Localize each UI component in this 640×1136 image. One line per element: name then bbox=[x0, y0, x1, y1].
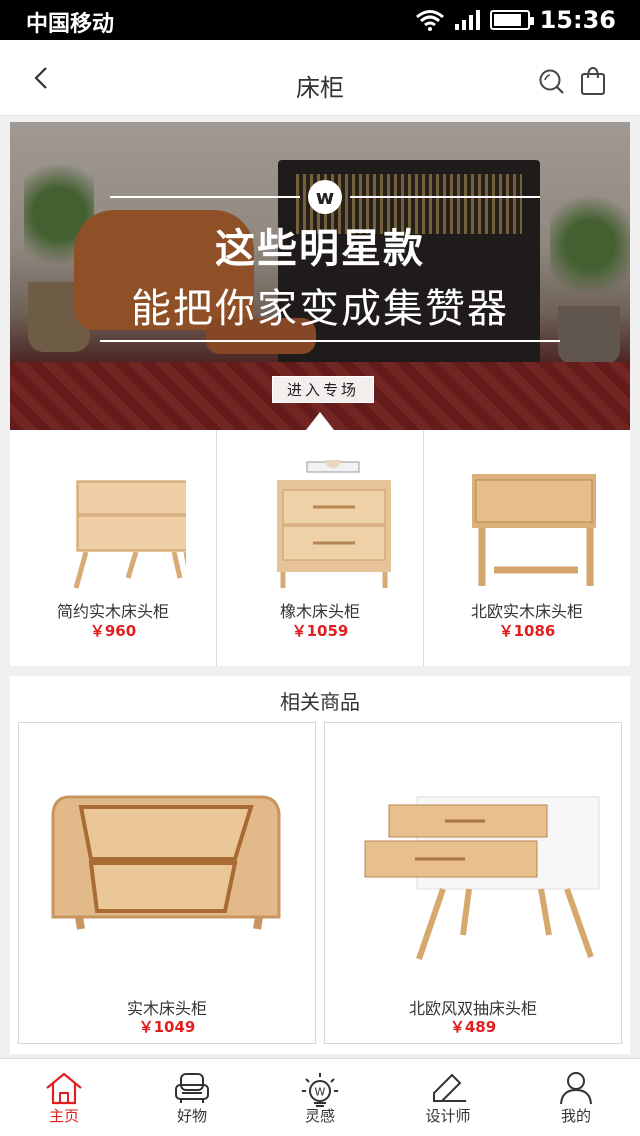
product-card[interactable]: 实木床头柜 ￥1049 bbox=[18, 722, 316, 1044]
divider bbox=[100, 340, 560, 342]
tab-label: 好物 bbox=[176, 1107, 207, 1125]
tab-label: 主页 bbox=[48, 1107, 79, 1125]
search-icon[interactable] bbox=[538, 68, 566, 96]
pencil-icon bbox=[433, 1073, 466, 1102]
product-item[interactable]: 橡木床头柜 ￥1059 bbox=[216, 430, 423, 666]
tab-label: 灵感 bbox=[304, 1107, 335, 1125]
lightbulb-icon: W bbox=[302, 1073, 338, 1107]
tab-designer[interactable]: 设计师 bbox=[384, 1059, 512, 1136]
section-heading: 相关商品 bbox=[280, 690, 360, 714]
brand-logo: w bbox=[308, 180, 342, 214]
status-bar: 中国移动 15:36 bbox=[0, 0, 640, 40]
nightstand-image bbox=[472, 474, 596, 586]
pointer-notch bbox=[306, 412, 334, 430]
tab-label: 设计师 bbox=[425, 1107, 471, 1125]
banner-subheadline: 能把你家变成集赞器 bbox=[131, 286, 509, 332]
nightstand-image bbox=[73, 480, 186, 589]
tab-label: 我的 bbox=[560, 1107, 591, 1125]
related-products: 相关商品 实木床头柜 ￥1049 北欧风双抽床头柜 ￥489 bbox=[10, 676, 630, 1054]
product-price: ￥489 bbox=[449, 1018, 497, 1036]
wifi-icon bbox=[415, 10, 444, 31]
tab-profile[interactable]: 我的 bbox=[512, 1059, 640, 1136]
tab-home[interactable]: 主页 bbox=[0, 1059, 128, 1136]
bottom-tab-bar: 主页 好物 W 灵感 设计师 我的 bbox=[0, 1058, 640, 1136]
signal-strength-icon bbox=[454, 10, 480, 30]
divider bbox=[350, 196, 540, 198]
product-price: ￥960 bbox=[89, 622, 137, 640]
featured-products: 简约实木床头柜 ￥960 橡木床头柜 ￥1059 北欧实木床头柜 ￥1086 bbox=[10, 430, 630, 666]
product-card[interactable]: 北欧风双抽床头柜 ￥489 bbox=[324, 722, 622, 1044]
user-icon bbox=[560, 1072, 592, 1105]
product-price: ￥1049 bbox=[138, 1018, 196, 1036]
carrier-name: 中国移动 bbox=[26, 12, 115, 37]
enter-section-button[interactable]: 进入专场 bbox=[272, 376, 375, 403]
nav-bar: 床柜 bbox=[0, 40, 640, 116]
shopping-bag-icon[interactable] bbox=[580, 66, 606, 96]
product-price: ￥1059 bbox=[291, 622, 349, 640]
nightstand-image bbox=[364, 796, 600, 960]
banner-headline: 这些明星款 bbox=[215, 226, 425, 272]
promo-banner[interactable]: w 这些明星款 能把你家变成集赞器 进入专场 bbox=[10, 122, 630, 430]
product-name: 简约实木床头柜 bbox=[56, 602, 169, 621]
armchair-icon bbox=[175, 1073, 209, 1103]
battery-icon bbox=[489, 10, 534, 30]
product-price: ￥1086 bbox=[498, 622, 556, 640]
product-name: 北欧实木床头柜 bbox=[470, 602, 583, 621]
svg-text:W: W bbox=[315, 1086, 326, 1099]
divider bbox=[110, 196, 300, 198]
nightstand-image bbox=[277, 460, 391, 588]
product-item[interactable]: 简约实木床头柜 ￥960 bbox=[10, 430, 216, 666]
tab-inspiration[interactable]: W 灵感 bbox=[256, 1059, 384, 1136]
product-item[interactable]: 北欧实木床头柜 ￥1086 bbox=[423, 430, 630, 666]
tab-goods[interactable]: 好物 bbox=[128, 1059, 256, 1136]
clock: 15:36 bbox=[539, 6, 616, 34]
product-name: 橡木床头柜 bbox=[279, 602, 360, 621]
status-icons: 15:36 bbox=[415, 4, 616, 36]
home-icon bbox=[46, 1072, 82, 1105]
nightstand-image bbox=[51, 795, 281, 930]
